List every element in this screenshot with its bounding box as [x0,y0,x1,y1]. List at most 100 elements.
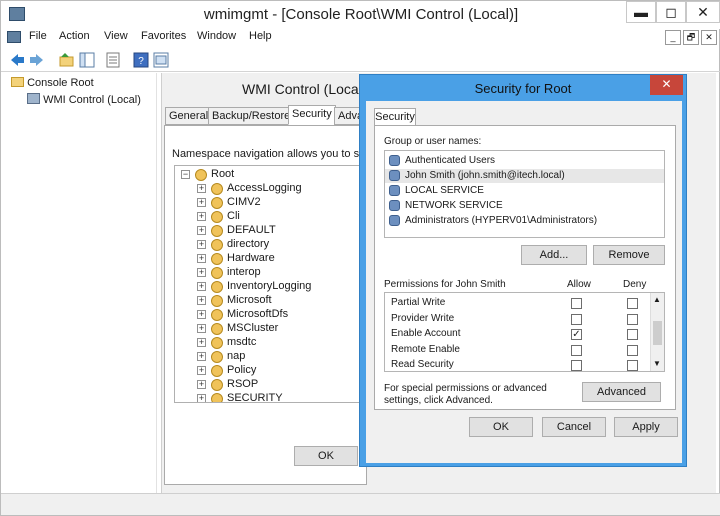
namespace-label: nap [227,350,246,362]
expand-icon[interactable]: + [197,310,206,319]
expand-icon[interactable]: + [197,282,206,291]
menu-window[interactable]: Window [197,30,236,42]
expand-icon[interactable]: + [197,184,206,193]
minimize-button[interactable]: ▬ [626,1,656,23]
deny-checkbox[interactable] [627,344,638,356]
allow-checkbox[interactable] [571,344,582,356]
namespace-label: Root [211,168,235,180]
namespace-tree[interactable]: − Root + AccessLogging + CIMV2 + Cli + DEFAULT +… [174,165,367,403]
deny-checkbox[interactable] [627,329,638,340]
tree-item-console-root[interactable]: Console Root [11,77,94,89]
user-list-item[interactable]: Administrators (HYPERV01\Administrators) [385,214,664,228]
tab-security[interactable]: Security [374,108,416,126]
menu-favorites[interactable]: Favorites [141,30,186,42]
dialog-title-bar[interactable]: Security for Root ✕ [360,75,686,101]
maximize-button[interactable]: ◻ [656,1,686,23]
mdi-close-button[interactable]: ✕ [701,30,717,45]
namespace-icon [211,197,223,209]
dialog-close-button[interactable]: ✕ [650,75,683,95]
expand-icon[interactable]: + [197,394,206,402]
expand-icon[interactable]: + [197,212,206,221]
tree-item-wmi-control[interactable]: WMI Control (Local) [27,93,141,106]
expand-icon[interactable]: + [197,380,206,389]
help-icon[interactable]: ? [133,52,149,68]
expand-icon[interactable]: + [197,352,206,361]
menu-help[interactable]: Help [249,30,272,42]
allow-checkbox[interactable] [571,313,582,325]
show-tree-icon[interactable] [79,52,95,68]
scroll-down-icon[interactable]: ▼ [653,359,661,368]
user-group-icon [389,215,400,226]
cancel-button[interactable]: Cancel [542,417,606,437]
collapse-icon[interactable]: − [181,170,190,179]
forward-arrow-icon[interactable] [29,52,45,68]
security-dialog: Security for Root ✕ Security Group or us… [359,74,687,467]
mdi-minimize-button[interactable]: _ [665,30,681,45]
namespace-label: RSOP [227,378,259,390]
namespace-icon [211,379,223,391]
expand-icon[interactable]: + [197,296,206,305]
scroll-thumb[interactable] [653,321,662,345]
tab-backup-restore[interactable]: Backup/Restore [208,107,295,125]
computer-icon [27,93,40,104]
ok-button[interactable]: OK [294,446,358,466]
deny-column-header: Deny [623,279,647,290]
expand-icon[interactable]: + [197,254,206,263]
deny-checkbox[interactable] [627,298,638,309]
close-button[interactable]: ✕ [686,1,720,23]
menu-action[interactable]: Action [59,30,90,42]
allow-checkbox[interactable] [571,298,582,309]
user-list-item[interactable]: Authenticated Users [385,154,664,168]
properties-icon[interactable] [105,52,121,68]
namespace-label: Cli [227,210,240,222]
expand-icon[interactable]: + [197,338,206,347]
namespace-label: MSCluster [227,322,279,334]
back-arrow-icon[interactable] [9,52,25,68]
namespace-label: InventoryLogging [227,280,312,292]
permissions-list[interactable]: Partial Write Provider Write Enable Accoun… [384,292,665,372]
expand-icon[interactable]: + [197,240,206,249]
menu-file[interactable]: File [29,30,47,42]
permission-row: Read Security [391,358,651,371]
remove-button[interactable]: Remove [593,245,665,265]
add-button[interactable]: Add... [521,245,587,265]
namespace-label: CIMV2 [227,196,261,208]
expand-icon[interactable]: + [197,366,206,375]
allow-checkbox[interactable] [571,360,582,371]
system-menu-icon[interactable] [7,31,21,43]
namespace-icon [211,295,223,307]
user-name: NETWORK SERVICE [405,200,503,211]
group-user-list[interactable]: Authenticated Users John Smith (john.smit… [384,150,665,238]
expand-icon[interactable]: + [197,268,206,277]
apply-button[interactable]: Apply [614,417,678,437]
user-list-item[interactable]: John Smith (john.smith@itech.local) [385,169,664,183]
tab-general[interactable]: General [165,107,213,125]
namespace-icon [211,337,223,349]
permissions-scrollbar[interactable]: ▲ ▼ [650,293,664,371]
title-bar[interactable]: wmimgmt - [Console Root\WMI Control (Loc… [1,1,720,29]
deny-checkbox[interactable] [627,313,638,325]
dialog-body: Security Group or user names: Authentica… [366,101,682,463]
namespace-label: DEFAULT [227,224,276,236]
scroll-up-icon[interactable]: ▲ [653,295,661,304]
permissions-label: Permissions for John Smith [384,279,506,290]
user-list-item[interactable]: NETWORK SERVICE [385,199,664,213]
ok-button[interactable]: OK [469,417,533,437]
namespace-icon [211,393,223,402]
user-list-item[interactable]: LOCAL SERVICE [385,184,664,198]
menu-view[interactable]: View [104,30,128,42]
expand-icon[interactable]: + [197,226,206,235]
user-group-icon [389,200,400,211]
mdi-restore-button[interactable]: 🗗 [683,30,699,45]
advanced-button[interactable]: Advanced [582,382,661,402]
expand-icon[interactable]: + [197,324,206,333]
allow-checkbox[interactable]: ✓ [571,329,582,340]
user-name: John Smith (john.smith@itech.local) [405,170,565,181]
folder-icon [11,77,24,87]
permission-row: Remote Enable [391,343,651,358]
tab-security[interactable]: Security [288,105,336,125]
expand-icon[interactable]: + [197,198,206,207]
console-tree-icon[interactable] [153,52,169,68]
deny-checkbox[interactable] [627,360,638,371]
up-folder-icon[interactable] [59,52,75,68]
